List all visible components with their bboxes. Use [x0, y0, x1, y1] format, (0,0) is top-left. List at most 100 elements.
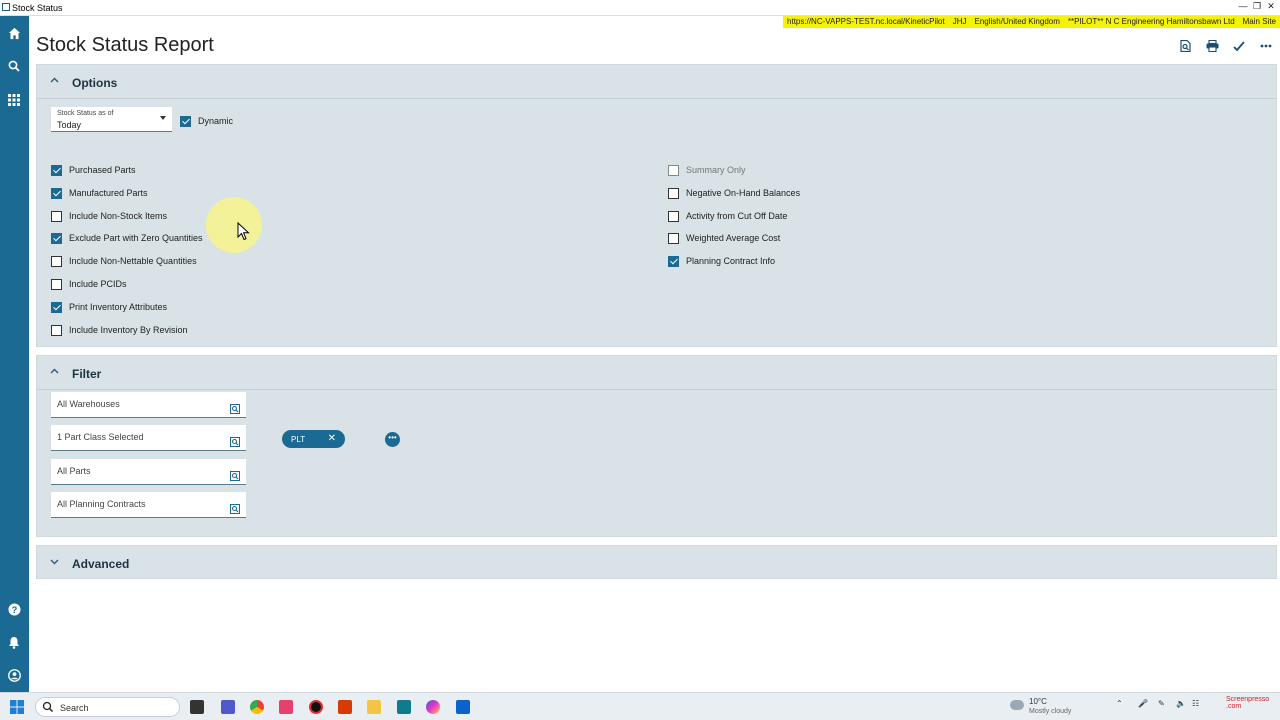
print-icon[interactable] [1204, 38, 1220, 54]
checkbox-box[interactable] [668, 255, 679, 267]
checkbox-box[interactable] [51, 324, 62, 336]
include-non-stock-items-checkbox[interactable]: Include Non-Stock Items [51, 209, 167, 223]
search-list-icon[interactable] [230, 434, 240, 447]
teams-icon[interactable] [221, 700, 235, 714]
microphone-icon[interactable]: 🎤 [1138, 699, 1148, 708]
checkbox-box[interactable] [51, 187, 62, 199]
activity-from-cutoff-checkbox[interactable]: Activity from Cut Off Date [668, 209, 787, 223]
help-icon[interactable]: ? [5, 600, 23, 618]
env-company: **PILOT** N C Engineering Hamiltonsbawn … [1067, 17, 1235, 26]
tray-chevron-up-icon[interactable]: ⌃ [1116, 699, 1123, 708]
stock-status-as-of-select[interactable]: Stock Status as of Today [51, 107, 172, 132]
chevron-up-icon[interactable] [50, 367, 60, 377]
checkbox-label: Weighted Average Cost [686, 233, 781, 243]
app-pink-icon[interactable] [279, 700, 293, 714]
app-window-icon [2, 3, 10, 11]
checkbox-box[interactable] [51, 164, 62, 176]
dynamic-checkbox[interactable]: Dynamic [180, 114, 233, 128]
file-explorer-icon[interactable] [367, 700, 381, 714]
search-list-icon[interactable] [230, 401, 240, 414]
window-title: Stock Status [12, 3, 63, 13]
app-record-icon[interactable] [309, 700, 323, 714]
planning-contracts-lookup[interactable]: All Planning Contracts [51, 492, 246, 518]
apps-grid-icon[interactable] [5, 91, 23, 109]
include-inventory-by-revision-checkbox[interactable]: Include Inventory By Revision [51, 323, 188, 337]
part-class-chip[interactable]: PLT ✕ [282, 430, 345, 448]
include-non-nettable-checkbox[interactable]: Include Non-Nettable Quantities [51, 254, 197, 268]
search-list-icon[interactable] [230, 468, 240, 481]
negative-on-hand-checkbox[interactable]: Negative On-Hand Balances [668, 186, 800, 200]
chevron-down-icon[interactable] [50, 557, 60, 567]
checkbox-box[interactable] [668, 210, 679, 222]
submit-icon[interactable] [1231, 38, 1247, 54]
minimize-button[interactable]: — [1236, 1, 1250, 13]
maximize-button[interactable]: ❐ [1250, 1, 1264, 13]
weather-cloud-icon[interactable] [1010, 700, 1024, 710]
options-title: Options [72, 76, 118, 90]
checkbox-box[interactable] [668, 187, 679, 199]
filter-title: Filter [72, 367, 102, 381]
dropdown-arrow-icon [160, 116, 166, 120]
chevron-up-icon[interactable] [50, 76, 60, 86]
search-icon[interactable] [5, 57, 23, 75]
kinetic-app-icon[interactable] [397, 700, 411, 714]
user-account-icon[interactable] [5, 666, 23, 684]
outlook-icon[interactable] [456, 700, 470, 714]
search-list-icon[interactable] [230, 501, 240, 514]
search-icon [42, 701, 54, 713]
checkbox-label: Include PCIDs [69, 279, 127, 289]
filter-body: All Warehouses 1 Part Class Selected All… [37, 390, 1276, 536]
print-inventory-attributes-checkbox[interactable]: Print Inventory Attributes [51, 300, 167, 314]
svg-text:?: ? [11, 604, 17, 614]
checkbox-box[interactable] [51, 210, 62, 222]
checkbox-box[interactable] [180, 115, 191, 127]
cursor-highlight [206, 197, 262, 253]
chip-label: PLT [291, 435, 306, 444]
close-window-button[interactable]: ✕ [1264, 1, 1278, 13]
checkbox-box[interactable] [51, 255, 62, 267]
home-icon[interactable] [5, 24, 23, 42]
manufactured-parts-checkbox[interactable]: Manufactured Parts [51, 186, 148, 200]
taskbar-search[interactable]: Search [35, 697, 180, 717]
chip-remove-icon[interactable]: ✕ [328, 433, 336, 444]
checkbox-box[interactable] [668, 232, 679, 244]
preview-icon[interactable] [1177, 38, 1193, 54]
env-language: English/United Kingdom [974, 17, 1060, 26]
purchased-parts-checkbox[interactable]: Purchased Parts [51, 163, 136, 177]
options-header[interactable]: Options [37, 65, 1276, 99]
weighted-average-cost-checkbox[interactable]: Weighted Average Cost [668, 231, 780, 245]
checkbox-label: Summary Only [686, 165, 746, 175]
windows-start-icon[interactable] [10, 700, 24, 714]
parts-lookup[interactable]: All Parts [51, 459, 246, 485]
screenpresso-watermark: Screenpresso .com [1226, 696, 1270, 710]
part-class-lookup[interactable]: 1 Part Class Selected [51, 425, 246, 451]
include-pcids-checkbox[interactable]: Include PCIDs [51, 277, 127, 291]
speaker-icon[interactable]: 🔈 [1176, 699, 1186, 708]
environment-info-bar: https://NC-VAPPS-TEST.nc.local/KineticPi… [783, 16, 1280, 28]
notifications-bell-icon[interactable] [5, 633, 23, 651]
exclude-zero-quantities-checkbox[interactable]: Exclude Part with Zero Quantities [51, 231, 203, 245]
summary-only-checkbox[interactable]: Summary Only [668, 163, 746, 177]
chrome-icon[interactable] [250, 700, 264, 714]
lookup-value: All Warehouses [57, 399, 120, 409]
advanced-panel: Advanced [36, 545, 1277, 579]
mouse-pointer-icon [237, 222, 250, 241]
network-icon[interactable]: ☷ [1192, 699, 1199, 708]
warehouses-lookup[interactable]: All Warehouses [51, 392, 246, 418]
checkbox-label: Purchased Parts [69, 165, 136, 175]
lookup-value: 1 Part Class Selected [57, 432, 144, 442]
weather-temp: 10°C [1029, 697, 1047, 706]
checkbox-box[interactable] [51, 232, 62, 244]
planning-contract-info-checkbox[interactable]: Planning Contract Info [668, 254, 775, 268]
more-options-button[interactable]: ••• [385, 432, 400, 447]
task-view-icon[interactable] [190, 700, 204, 714]
copilot-icon[interactable] [426, 700, 440, 714]
filter-header[interactable]: Filter [37, 356, 1276, 390]
checkbox-box[interactable] [668, 164, 679, 176]
checkbox-box[interactable] [51, 301, 62, 313]
advanced-header[interactable]: Advanced [37, 546, 1276, 580]
pen-icon[interactable]: ✎ [1158, 699, 1165, 708]
checkbox-box[interactable] [51, 278, 62, 290]
more-icon[interactable] [1258, 38, 1274, 54]
app-orange-icon[interactable] [338, 700, 352, 714]
